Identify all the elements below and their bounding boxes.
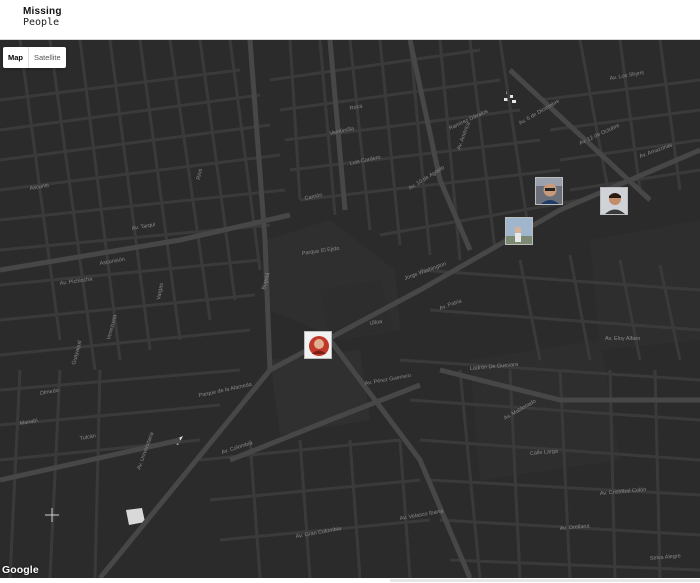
- crosshair-icon: [45, 508, 59, 522]
- map-canvas[interactable]: Av. Colombia Av. Gran Colombia Parque El…: [0, 40, 700, 578]
- street-label: Ascunsión: [99, 257, 125, 267]
- bottom-strip: [0, 578, 700, 583]
- street-label: Av. Patria: [439, 298, 464, 312]
- google-logo[interactable]: Google: [2, 564, 39, 576]
- street-label: Av. Gran Colombia: [295, 526, 342, 540]
- map-type-map-button[interactable]: Map: [3, 47, 29, 68]
- app-header: Missing People: [0, 0, 700, 40]
- street-label: Ríos: [196, 168, 204, 180]
- person-photo-icon: [536, 178, 562, 204]
- person-photo-icon: [601, 188, 627, 214]
- street-label: Roca: [349, 103, 364, 112]
- street-label: Av. Pérez Guerrero: [364, 373, 411, 387]
- missing-person-marker[interactable]: [505, 217, 533, 245]
- map-type-control: Map Satellite: [3, 47, 66, 68]
- street-layer: Av. Colombia Av. Gran Colombia Parque El…: [0, 40, 700, 578]
- street-label: Guayaquil: [71, 340, 83, 365]
- horizontal-scrollbar[interactable]: [390, 579, 700, 582]
- street-label: Manabí: [19, 418, 39, 427]
- street-label: Carrión: [304, 192, 323, 202]
- person-photo-icon: [305, 332, 331, 358]
- missing-person-marker[interactable]: [600, 187, 628, 215]
- street-label: Selva Alegre: [650, 553, 681, 562]
- white-building: [126, 508, 145, 525]
- person-photo-icon: [506, 218, 532, 244]
- missing-person-marker[interactable]: [304, 331, 332, 359]
- map-type-satellite-button[interactable]: Satellite: [29, 47, 66, 68]
- street-label: Av. Orellana: [560, 523, 591, 532]
- street-label: Tulcán: [79, 433, 96, 442]
- app-logo[interactable]: Missing People: [23, 7, 62, 28]
- street-label: Olmedo: [39, 388, 59, 397]
- logo-text-missing: Missing: [23, 6, 62, 17]
- street-label: Av. Los Shyris: [609, 70, 644, 82]
- street-label: Veintimilla: [329, 126, 355, 137]
- street-label: Luis Cordero: [349, 155, 381, 167]
- missing-person-marker[interactable]: [535, 177, 563, 205]
- logo-text-people: People: [23, 17, 60, 28]
- street-label: Av. Eloy Alfaro: [605, 336, 640, 342]
- street-label: Parque de la Alameda: [198, 382, 253, 399]
- street-label: Vargas: [156, 282, 165, 300]
